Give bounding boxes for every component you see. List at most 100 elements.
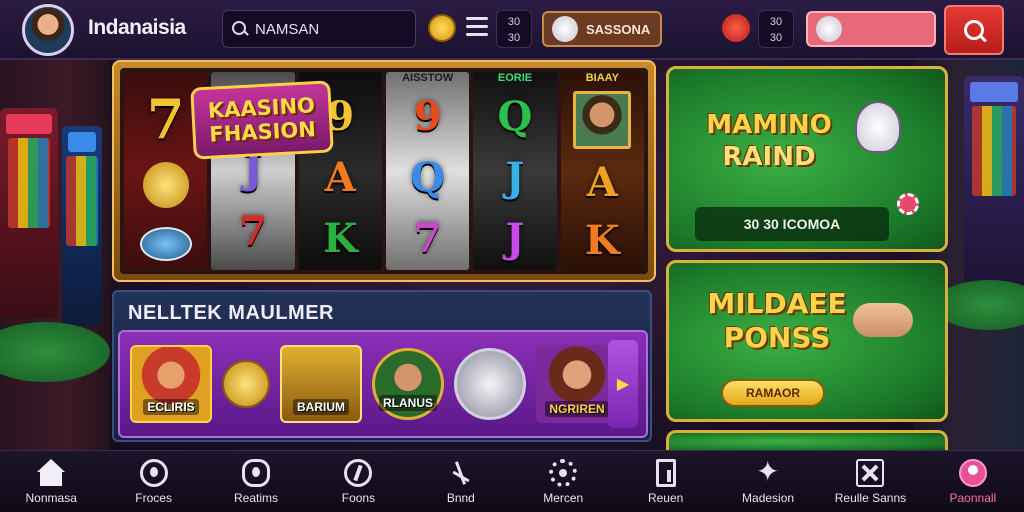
- character-portrait: [573, 91, 632, 149]
- slot-reel: AISSTOW 9 Q 7: [385, 72, 470, 270]
- cross-icon: [856, 458, 885, 487]
- promo-pill[interactable]: SASSONA: [542, 11, 662, 47]
- nav-label: Madesion: [742, 490, 795, 505]
- app-title: Indanaisia: [88, 16, 186, 39]
- nav-label: Mercen: [543, 490, 584, 505]
- reel-symbol: A: [324, 153, 356, 201]
- nav-label: Reulle Sanns: [834, 490, 907, 505]
- profile-icon: [958, 458, 987, 487]
- game-tile-label: ECLIRIS: [143, 399, 199, 415]
- game-carousel-panel: NELLTEK MAULMER ECLIRIS BARIUM RLANUS NG…: [112, 290, 652, 442]
- slot-reel: BIAAY A K: [560, 72, 644, 270]
- game-carousel: ECLIRIS BARIUM RLANUS NGRIREN ▶: [118, 330, 648, 438]
- promo-card[interactable]: [666, 430, 948, 450]
- game-tile[interactable]: BARIUM: [280, 345, 362, 423]
- bottom-nav: Nonmasa Froces Reatims Foons Bnnd Mercen…: [0, 450, 1024, 512]
- chip-icon: [897, 193, 919, 215]
- nav-label: Nonmasa: [25, 490, 77, 505]
- chevron-right-icon: ▶: [616, 376, 630, 393]
- counter-value: 30: [769, 32, 783, 44]
- nav-item-bnnd[interactable]: Bnnd: [410, 451, 512, 512]
- reel-symbol: Q: [497, 92, 533, 140]
- promo-title-line: MILDAEE: [707, 287, 847, 320]
- nav-item-reulle-sanns[interactable]: Reulle Sanns: [819, 451, 921, 512]
- nav-item-reuen[interactable]: Reuen: [614, 451, 716, 512]
- reel-symbol: Q: [410, 153, 446, 201]
- search-icon: [231, 20, 249, 38]
- promo-claim-button[interactable]: RAMAOR: [721, 379, 825, 407]
- slot-reel: EORIE Q J J: [473, 72, 557, 270]
- shield-icon: [139, 226, 192, 261]
- promo-title-line: PONSS: [723, 321, 831, 354]
- search-value: NAMSAN: [255, 20, 320, 38]
- door-icon: [655, 458, 676, 487]
- reel-header: AISSTOW: [402, 72, 454, 84]
- coin-icon[interactable]: [428, 14, 456, 42]
- promo-title-line: MAMINO: [706, 110, 832, 140]
- promo-title: MILDAEE PONSS: [697, 287, 857, 355]
- carousel-next-button[interactable]: ▶: [608, 340, 638, 428]
- controller-icon: [242, 458, 271, 487]
- reel-symbol: 7: [413, 215, 442, 263]
- menu-icon[interactable]: [466, 17, 488, 37]
- nav-item-reatims[interactable]: Reatims: [205, 451, 307, 512]
- lightning-icon: [447, 459, 475, 487]
- game-logo-badge: KAASINO FHASION: [190, 80, 334, 160]
- gear-icon: [549, 458, 578, 487]
- user-icon: [139, 458, 168, 487]
- search-button[interactable]: [944, 5, 1004, 55]
- promo-card[interactable]: MAMINO RAIND 30 30 ICOMOA: [666, 66, 948, 252]
- arcade-machine: [62, 126, 102, 326]
- nav-item-foons[interactable]: Foons: [307, 451, 409, 512]
- reel-header: EORIE: [497, 72, 533, 84]
- counter-value: 30: [507, 16, 521, 28]
- game-tile-label: RLANUS: [379, 395, 437, 411]
- mascot-icon: [816, 16, 842, 42]
- nav-item-home[interactable]: Nonmasa: [0, 451, 102, 512]
- promo-card[interactable]: MILDAEE PONSS RAMAOR: [666, 260, 948, 422]
- arcade-machine: [964, 76, 1024, 306]
- promo-info-bar: 30 30 ICOMOA: [695, 207, 889, 241]
- nav-item-madesion[interactable]: Madesion: [717, 451, 819, 512]
- counter-value: 30: [507, 32, 521, 44]
- nav-label: Reuen: [647, 490, 684, 505]
- nav-item-froces[interactable]: Froces: [102, 451, 204, 512]
- game-tile[interactable]: RLANUS: [372, 348, 444, 420]
- reel-symbol: A: [586, 159, 618, 206]
- user-avatar[interactable]: [22, 4, 74, 56]
- nav-item-paonnall[interactable]: Paonnall: [922, 451, 1024, 512]
- mascot-icon: [552, 16, 578, 42]
- reel-symbol: J: [505, 215, 525, 263]
- promo-pill-label: SASSONA: [586, 21, 651, 37]
- nav-label: Foons: [341, 490, 376, 505]
- game-tile-label: NGRIREN: [545, 401, 609, 417]
- nav-label: Froces: [135, 490, 172, 505]
- search-icon: [964, 20, 988, 44]
- reel-symbol: 9: [413, 92, 442, 140]
- bolt-icon: [344, 458, 373, 487]
- promo-title-line: RAIND: [722, 142, 816, 172]
- reel-symbol: K: [584, 217, 620, 264]
- counter-box: 30 30: [496, 10, 532, 48]
- game-tile[interactable]: [222, 360, 270, 408]
- gold-orb-icon: [142, 161, 189, 208]
- nav-label: Paonnall: [949, 490, 997, 505]
- reel-header: BIAAY: [585, 72, 619, 84]
- nav-label: Bnnd: [446, 490, 475, 505]
- panel-title: NELLTEK MAULMER: [128, 302, 334, 324]
- search-input[interactable]: NAMSAN: [222, 10, 416, 48]
- counter-value: 30: [769, 16, 783, 28]
- hand-icon: [853, 303, 913, 337]
- counter-box: 30 30: [758, 10, 794, 48]
- game-tile[interactable]: [454, 348, 526, 420]
- reel-symbol: 7: [146, 87, 185, 152]
- game-tile[interactable]: ECLIRIS: [130, 345, 212, 423]
- profile-pill[interactable]: [806, 11, 936, 47]
- alert-icon[interactable]: [722, 14, 750, 42]
- top-bar: Indanaisia NAMSAN 30 30 SASSONA 30 30: [0, 0, 1024, 60]
- poker-table: [0, 322, 110, 382]
- left-arcade-decor: [0, 60, 110, 450]
- home-icon: [37, 458, 66, 487]
- game-tile[interactable]: NGRIREN: [536, 345, 618, 423]
- nav-item-mercen[interactable]: Mercen: [512, 451, 614, 512]
